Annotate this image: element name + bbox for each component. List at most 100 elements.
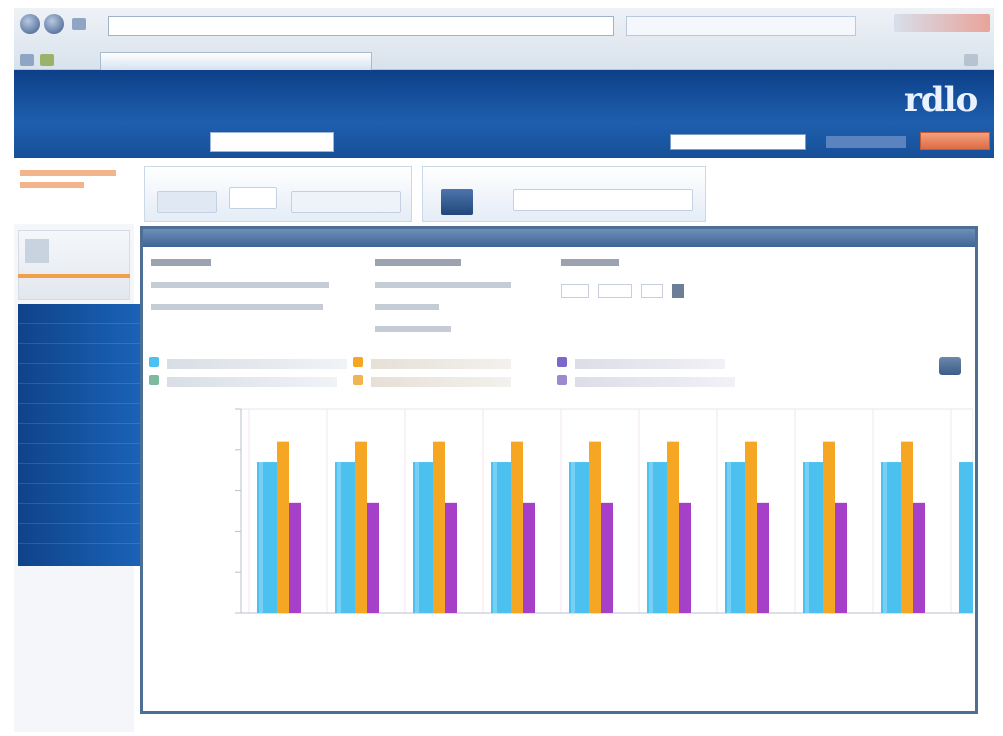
toolbar-button-1[interactable]: [157, 191, 217, 213]
sidebar-item-11[interactable]: [18, 504, 142, 524]
bar-highlight: [259, 462, 263, 613]
filter-label-2: [375, 259, 461, 266]
sidebar-item-8[interactable]: [18, 444, 142, 464]
sidebar-item-4[interactable]: [18, 364, 142, 384]
window-controls[interactable]: [894, 14, 990, 32]
sidebar-item-2[interactable]: [18, 324, 142, 344]
date-range: [561, 280, 685, 299]
bar-highlight: [493, 462, 497, 613]
filter-value-5: [375, 326, 451, 332]
legend-swatch-6: [557, 375, 567, 385]
report-panel: [140, 226, 978, 714]
page-title: [20, 170, 130, 188]
legend-item-2[interactable]: [149, 375, 165, 389]
toolbar-group-export: [422, 166, 706, 222]
browser-tab[interactable]: [100, 52, 372, 70]
filter-column-2: [375, 259, 511, 332]
sidebar-item-3[interactable]: [18, 344, 142, 364]
home-icon[interactable]: [964, 54, 978, 66]
date-from-field[interactable]: [561, 283, 589, 298]
sidebar-item-7[interactable]: [18, 424, 142, 444]
back-icon[interactable]: [20, 14, 40, 34]
filter-value-1: [151, 282, 329, 288]
nav-item-1[interactable]: [164, 132, 210, 152]
legend-item-4[interactable]: [353, 375, 369, 389]
legend-item-3[interactable]: [353, 357, 369, 371]
legend-swatch-5: [557, 357, 567, 367]
calendar-icon[interactable]: [672, 283, 685, 298]
legend-item-6[interactable]: [557, 375, 573, 389]
filter-column-3: [561, 259, 685, 299]
bar-series2-cat7: [745, 441, 757, 613]
nav-item-2[interactable]: [210, 132, 334, 152]
bar-series3-cat3: [445, 502, 457, 613]
nav-item-3[interactable]: [334, 132, 396, 152]
top-nav: [164, 132, 444, 152]
filter-value-4: [375, 304, 439, 310]
sidebar: [14, 224, 142, 732]
sidebar-item-10[interactable]: [18, 484, 142, 504]
bar-series3-cat7: [757, 502, 769, 613]
bar-series3-cat5: [601, 502, 613, 613]
sidebar-item-9[interactable]: [18, 464, 142, 484]
forward-icon[interactable]: [44, 14, 64, 34]
bar-partial: [959, 462, 973, 613]
legend-swatch-4: [353, 375, 363, 385]
sidebar-item-5[interactable]: [18, 384, 142, 404]
browser-search-field[interactable]: [626, 16, 856, 36]
bar-highlight: [415, 462, 419, 613]
bar-series2-cat6: [667, 441, 679, 613]
nav-item-4[interactable]: [396, 132, 444, 152]
legend-label-4: [371, 377, 511, 387]
bar-series3-cat9: [913, 502, 925, 613]
add-favorite-icon[interactable]: [40, 54, 54, 66]
export-icon[interactable]: [441, 189, 473, 215]
app-header: rdlo: [14, 70, 994, 158]
bar-series2-cat1: [277, 441, 289, 613]
bar-highlight: [727, 462, 731, 613]
toolbar-group-view: [144, 166, 412, 222]
tab-strip: [14, 44, 994, 70]
sidebar-item-6[interactable]: [18, 404, 142, 424]
legend-swatch-2: [149, 375, 159, 385]
favorites-icon[interactable]: [20, 54, 34, 66]
toolbar-field[interactable]: [513, 189, 693, 211]
legend-item-5[interactable]: [557, 357, 573, 371]
chart-legend: [149, 357, 969, 393]
search-input[interactable]: [670, 134, 806, 150]
header-link[interactable]: [826, 136, 906, 148]
screen: rdlo: [0, 0, 1003, 736]
bar-chart: [149, 399, 973, 699]
bar-highlight: [805, 462, 809, 613]
sidebar-icon: [25, 239, 49, 263]
bar-series2-cat9: [901, 441, 913, 613]
date-to-field[interactable]: [598, 283, 633, 298]
zoom-icon[interactable]: [939, 357, 961, 375]
sidebar-header: [18, 230, 130, 300]
filter-column-1: [151, 259, 329, 310]
sidebar-item-1[interactable]: [18, 304, 142, 324]
legend-swatch-1: [149, 357, 159, 367]
toolbar-button-2[interactable]: [229, 187, 277, 209]
bar-series2-cat3: [433, 441, 445, 613]
bar-series3-cat1: [289, 502, 301, 613]
bar-series2-cat4: [511, 441, 523, 613]
date-go-button[interactable]: [641, 283, 664, 298]
filter-label-1: [151, 259, 211, 266]
legend-label-3: [371, 359, 511, 369]
sub-toolbar: [14, 158, 994, 224]
bar-highlight: [571, 462, 575, 613]
page-icon: [72, 18, 86, 30]
filter-label-3: [561, 259, 619, 266]
address-bar[interactable]: [108, 16, 614, 36]
filter-value-3: [375, 282, 511, 288]
header-action-button[interactable]: [920, 132, 990, 150]
bar-series3-cat8: [835, 502, 847, 613]
sidebar-item-12[interactable]: [18, 524, 142, 544]
bar-series2-cat8: [823, 441, 835, 613]
sidebar-nav: [18, 304, 142, 566]
toolbar-button-3[interactable]: [291, 191, 401, 213]
legend-item-1[interactable]: [149, 357, 165, 371]
bar-highlight: [649, 462, 653, 613]
bar-series3-cat2: [367, 502, 379, 613]
